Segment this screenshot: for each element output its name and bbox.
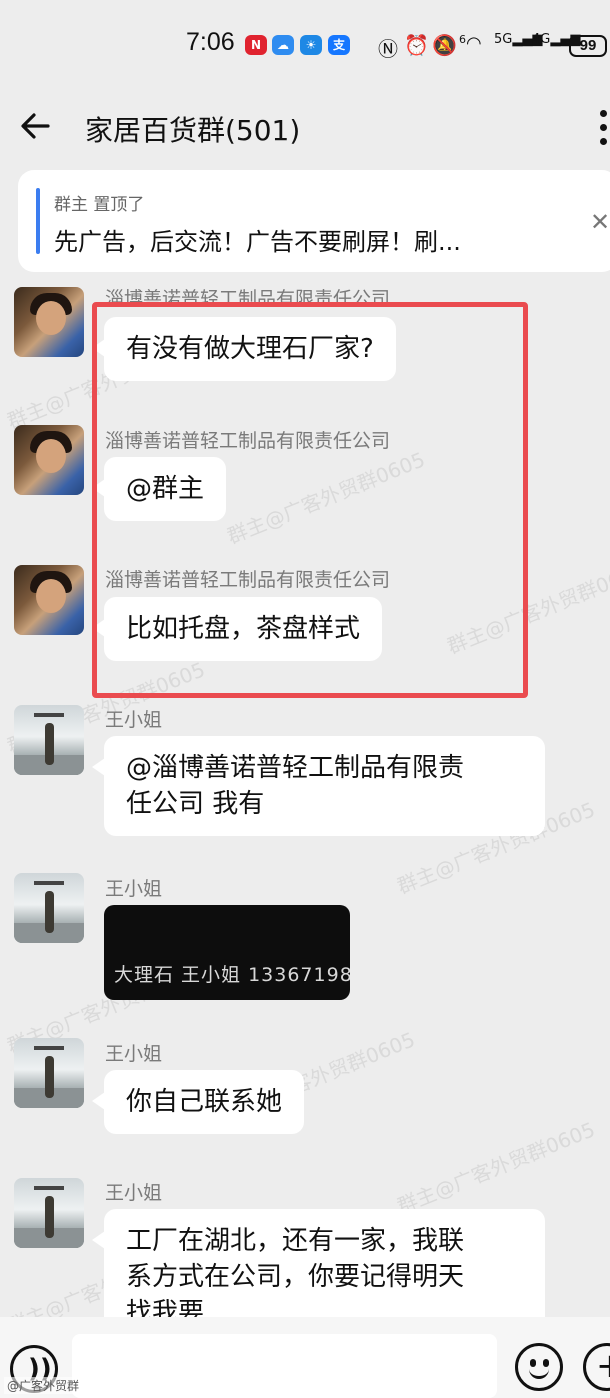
- watermark: 群主@广客外贸群0605: [393, 1117, 599, 1219]
- sender-avatar[interactable]: [14, 1178, 84, 1248]
- pinned-meta: 群主 置顶了: [54, 195, 145, 215]
- message-bubble[interactable]: 你自己联系她: [91, 1070, 305, 1134]
- message-sender: 淄博善诺普轻工制品有限责任公司: [105, 288, 391, 310]
- message-bubble[interactable]: @群主: [91, 457, 227, 521]
- message-bubble[interactable]: 比如托盘，茶盘样式: [91, 597, 383, 661]
- message-bubble[interactable]: 工厂在湖北，还有一家，我联 系方式在公司，你要记得明天 找我要: [92, 1209, 545, 1317]
- message-list[interactable]: 群主@广客外贸群0605 群主@广客外贸群0605 群主@广客外贸群0605 群…: [0, 272, 610, 1317]
- nfc-icon: Ⓝ: [378, 37, 398, 61]
- back-arrow-icon[interactable]: [18, 108, 54, 144]
- corner-watermark: @广客外贸群: [4, 1377, 83, 1394]
- watermark: 群主@广客外贸群0605: [443, 557, 610, 659]
- message-sender: 王小姐: [105, 878, 163, 900]
- message-line: 系方式在公司，你要记得明天: [126, 1262, 465, 1292]
- sender-avatar[interactable]: [14, 705, 84, 775]
- message-line: 工厂在湖北，还有一家，我联: [126, 1226, 465, 1256]
- wifi-icon: 6◠: [459, 33, 482, 54]
- pin-accent-bar: [36, 188, 40, 254]
- sender-avatar[interactable]: [14, 873, 84, 943]
- status-bar: 7:06 N ☁ ☀ 支 Ⓝ ⏰ 🔕 6◠ 5G▂▄▆ 4G▂▄▆ 99: [0, 0, 610, 88]
- emoji-icon[interactable]: [515, 1343, 563, 1391]
- watermark: 群主@广客外贸群0605: [223, 447, 429, 549]
- message-sender: 王小姐: [105, 1043, 163, 1065]
- message-line: 找我要: [126, 1298, 205, 1317]
- alipay-app-icon: 支: [328, 35, 350, 55]
- mute-icon: 🔕: [432, 33, 457, 57]
- alarm-icon: ⏰: [404, 33, 429, 57]
- sender-avatar[interactable]: [14, 287, 84, 357]
- clock: 7:06: [186, 28, 235, 56]
- message-bubble[interactable]: @淄博善诺普轻工制品有限责 任公司 我有: [92, 736, 545, 836]
- more-options-icon[interactable]: [598, 110, 610, 150]
- pinned-text: 先广告，后交流！广告不要刷屏！刷...: [54, 228, 461, 256]
- message-sender: 王小姐: [105, 709, 163, 731]
- message-line: 任公司 我有: [126, 789, 265, 819]
- battery-icon: 99: [569, 35, 607, 57]
- chat-header: 家居百货群(501): [0, 88, 610, 168]
- sender-avatar[interactable]: [14, 1038, 84, 1108]
- weather-app-icon: ☀: [300, 35, 322, 55]
- message-sender: 淄博善诺普轻工制品有限责任公司: [105, 569, 391, 591]
- image-caption-text: 大理石 王小姐 13367198: [114, 964, 350, 986]
- message-line: @淄博善诺普轻工制品有限责: [126, 753, 465, 783]
- more-actions-icon[interactable]: +: [583, 1343, 610, 1391]
- input-bar: )) + @广客外贸群: [0, 1317, 610, 1398]
- message-input[interactable]: [72, 1334, 497, 1398]
- sender-avatar[interactable]: [14, 425, 84, 495]
- message-sender: 王小姐: [105, 1182, 163, 1204]
- pinned-announcement[interactable]: 群主 置顶了 先广告，后交流！广告不要刷屏！刷... ✕: [18, 170, 610, 272]
- message-sender: 淄博善诺普轻工制品有限责任公司: [105, 430, 391, 452]
- image-message[interactable]: 大理石 王小姐 13367198: [104, 905, 350, 1000]
- message-bubble[interactable]: 有没有做大理石厂家?: [92, 317, 396, 381]
- sender-avatar[interactable]: [14, 565, 84, 635]
- chat-title: 家居百货群(501): [85, 114, 301, 147]
- close-pinned-icon[interactable]: ✕: [590, 208, 610, 236]
- cloud-app-icon: ☁: [272, 35, 294, 55]
- music-app-icon: N: [245, 35, 267, 55]
